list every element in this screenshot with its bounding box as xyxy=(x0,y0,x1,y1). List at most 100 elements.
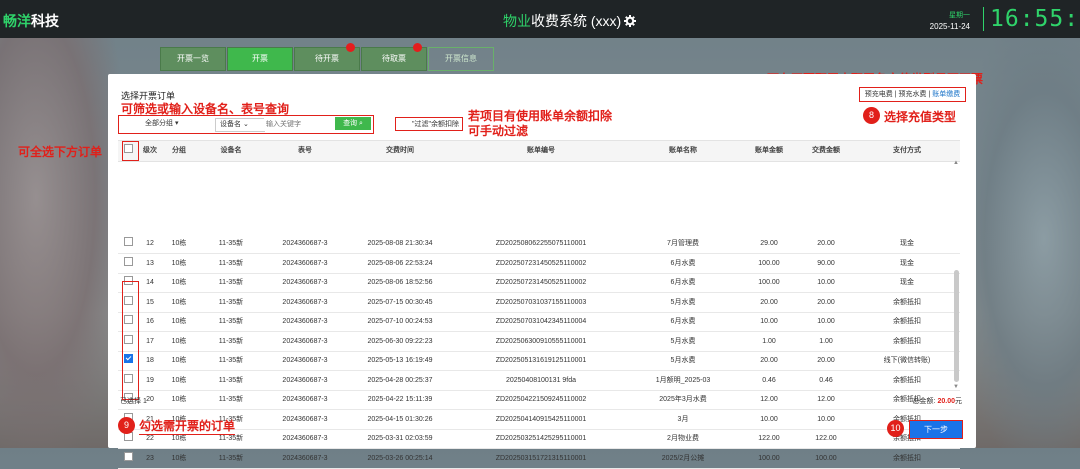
cell-time: 2025-04-28 00:25:37 xyxy=(367,376,433,384)
table-row[interactable]: 16 10栋 11-35新 2024360687-3 2025-07-10 00:24:… xyxy=(118,312,960,332)
selected-count-value: 1 xyxy=(142,398,147,405)
cell-bill-name: 3月 xyxy=(677,415,689,423)
charge-type-links: 预充电费 | 预充水费 | 账单缴费 xyxy=(859,87,966,102)
cell-paid-amount: 20.00 xyxy=(817,298,835,306)
cell-device: 11-35新 xyxy=(218,376,244,384)
title-highlight: 物业 xyxy=(503,13,531,29)
table-row[interactable]: 13 10栋 11-35新 2024360687-3 2025-08-06 22:53:… xyxy=(118,254,960,274)
cell-bill-name: 2月物业费 xyxy=(667,435,699,442)
device-select[interactable]: 设备名 ⌄ xyxy=(215,118,265,132)
cell-meter: 2024360687-3 xyxy=(282,259,328,267)
cell-paid-amount: 0.46 xyxy=(819,376,833,384)
scroll-down-icon[interactable]: ▼ xyxy=(953,384,959,390)
cell-bill-name: 6月水费 xyxy=(670,279,696,286)
cell-bill-name: 5月水费 xyxy=(670,298,696,306)
cell-paid-amount: 10.00 xyxy=(817,318,835,325)
cell-time: 2025-05-13 16:19:49 xyxy=(367,357,433,364)
background-right xyxy=(960,30,1080,448)
row-checkbox-cell[interactable] xyxy=(118,234,138,253)
row-checkbox[interactable] xyxy=(123,451,133,461)
row-checkbox-cell[interactable] xyxy=(118,254,138,273)
cell-bill-no: ZD202507231450525110002 xyxy=(495,279,587,286)
step9-annotation: 勾选需开票的订单 xyxy=(139,419,236,435)
top-bar: 畅洋科技 物业收费系统 (xxx) 星期一 2025-11-24 16:55:1… xyxy=(0,0,1080,38)
cell-meter: 2024360687-3 xyxy=(282,298,328,306)
cell-group: 10栋 xyxy=(171,259,187,267)
cell-time: 2025-08-06 18:52:56 xyxy=(367,279,433,286)
tab-invoice-overview[interactable]: 开票一览 xyxy=(160,47,226,71)
cell-bill-no: 20250408100131 9fda xyxy=(505,376,577,384)
cell-pay-method: 余额抵扣 xyxy=(893,376,921,384)
prepay-water-link[interactable]: 预充水费 xyxy=(899,91,927,98)
cell-paid-amount: 20.00 xyxy=(817,357,835,364)
table-row[interactable]: 14 10栋 11-35新 2024360687-3 2025-08-06 18:52:… xyxy=(118,273,960,293)
select-all-annotation: 可全选下方订单 xyxy=(18,145,103,159)
step8-annotation: 选择充值类型 xyxy=(884,110,957,124)
invoice-panel: 选择开票订单 可筛选或输入设备名、表号查询 全部分组 ▾ 设备名 ⌄ 查询 ⌕ … xyxy=(108,74,976,469)
cell-device: 11-35新 xyxy=(218,318,244,325)
table-row[interactable]: 12 10栋 11-35新 2024360687-3 2025-08-08 21:30:… xyxy=(118,234,960,254)
cell-bill-name: 6月水费 xyxy=(670,259,696,267)
row-checkbox[interactable] xyxy=(123,237,133,246)
cell-index: 23 xyxy=(146,454,154,462)
cell-bill-amount: 1.00 xyxy=(762,337,776,345)
cell-group: 10栋 xyxy=(171,318,187,325)
system-title: 物业收费系统 (xxx) xyxy=(503,11,637,31)
scroll-thumb[interactable] xyxy=(954,270,959,382)
total-amount: 总金额: 20.00元 xyxy=(913,396,962,406)
table-row[interactable]: 17 10栋 11-35新 2024360687-3 2025-06-30 09:22:… xyxy=(118,332,960,352)
cell-bill-amount: 100.00 xyxy=(758,279,780,286)
cell-bill-no: ZD202505131619125110001 xyxy=(495,357,587,364)
keyword-input[interactable] xyxy=(264,118,338,131)
prepay-electric-link[interactable]: 预充电费 xyxy=(865,91,893,98)
table-row[interactable]: 23 10栋 11-35新 2024360687-3 2025-03-26 00:25:… xyxy=(118,449,960,469)
deduct-annotation-line1: 若项目有使用账单余额扣除 xyxy=(468,109,613,123)
cell-paid-amount: 1.00 xyxy=(819,337,833,345)
total-label: 总金额: xyxy=(912,398,936,405)
search-icon: ⌕ xyxy=(359,120,363,127)
table-row[interactable]: 15 10栋 11-35新 2024360687-3 2025-07-15 00:30:… xyxy=(118,293,960,313)
cell-group: 10栋 xyxy=(171,357,187,364)
table-row[interactable]: 22 10栋 11-35新 2024360687-3 2025-03-31 02:03:… xyxy=(118,429,960,449)
next-step-button[interactable]: 下一步 xyxy=(909,420,963,439)
col-header-pay-method: 支付方式 xyxy=(893,147,921,154)
cell-time: 2025-06-30 09:22:23 xyxy=(367,337,433,345)
search-button[interactable]: 查询 ⌕ xyxy=(335,117,371,130)
cell-group: 10栋 xyxy=(171,279,187,286)
cell-bill-name: 5月水费 xyxy=(670,337,696,345)
group-select[interactable]: 全部分组 ▾ xyxy=(145,118,178,130)
table-row[interactable]: 18 10栋 11-35新 2024360687-3 2025-05-13 16:19:… xyxy=(118,351,960,371)
table-header: 级次 分组 设备名 表号 交费时间 账单编号 账单名称 账单金额 交费金额 支付方式 xyxy=(118,140,960,162)
col-header-device: 设备名 xyxy=(220,147,242,154)
cell-bill-name: 2025/2月公摊 xyxy=(661,454,705,462)
cell-device: 11-35新 xyxy=(218,337,244,345)
table-row[interactable]: 19 10栋 11-35新 2024360687-3 2025-04-28 00:25:… xyxy=(118,371,960,391)
cell-device: 11-35新 xyxy=(218,396,244,403)
table-row[interactable]: 20 10栋 11-35新 2024360687-3 2025-04-22 15:11:… xyxy=(118,390,960,410)
cell-pay-method: 余额抵扣 xyxy=(893,298,921,306)
cell-meter: 2024360687-3 xyxy=(282,357,328,364)
cell-bill-amount: 10.00 xyxy=(760,318,778,325)
deduct-annotation-line2: 可手动过滤 xyxy=(468,124,529,138)
table-scrollbar[interactable]: ▲ ▼ xyxy=(953,160,960,390)
tab-invoice-info[interactable]: 开票信息 xyxy=(428,47,494,71)
clock: 16:55:12 xyxy=(983,7,1080,31)
row-checkbox[interactable] xyxy=(123,256,133,266)
cell-pay-method: 现金 xyxy=(900,259,914,267)
filter-deduct-checkbox[interactable]: "过滤"余额扣除 xyxy=(395,117,463,131)
tab-invoice[interactable]: 开票 xyxy=(227,47,293,71)
total-value: 20.00 xyxy=(937,398,955,405)
cell-time: 2025-03-26 00:25:14 xyxy=(367,454,433,462)
bill-payment-link[interactable]: 账单缴费 xyxy=(932,91,960,98)
cell-meter: 2024360687-3 xyxy=(282,240,328,247)
table-row[interactable]: 21 10栋 11-35新 2024360687-3 2025-04-15 01:30:… xyxy=(118,410,960,430)
row-checkbox-cell[interactable] xyxy=(118,449,138,468)
cell-meter: 2024360687-3 xyxy=(282,454,328,462)
scroll-up-icon[interactable]: ▲ xyxy=(953,160,959,166)
cell-index: 19 xyxy=(146,376,154,384)
cell-bill-amount: 100.00 xyxy=(758,454,780,462)
gear-icon[interactable] xyxy=(624,15,637,27)
cell-bill-no: ZD202506300910555110001 xyxy=(495,337,587,345)
brand-logo: 畅洋科技 xyxy=(3,11,59,31)
cell-bill-name: 5月水费 xyxy=(670,357,696,364)
